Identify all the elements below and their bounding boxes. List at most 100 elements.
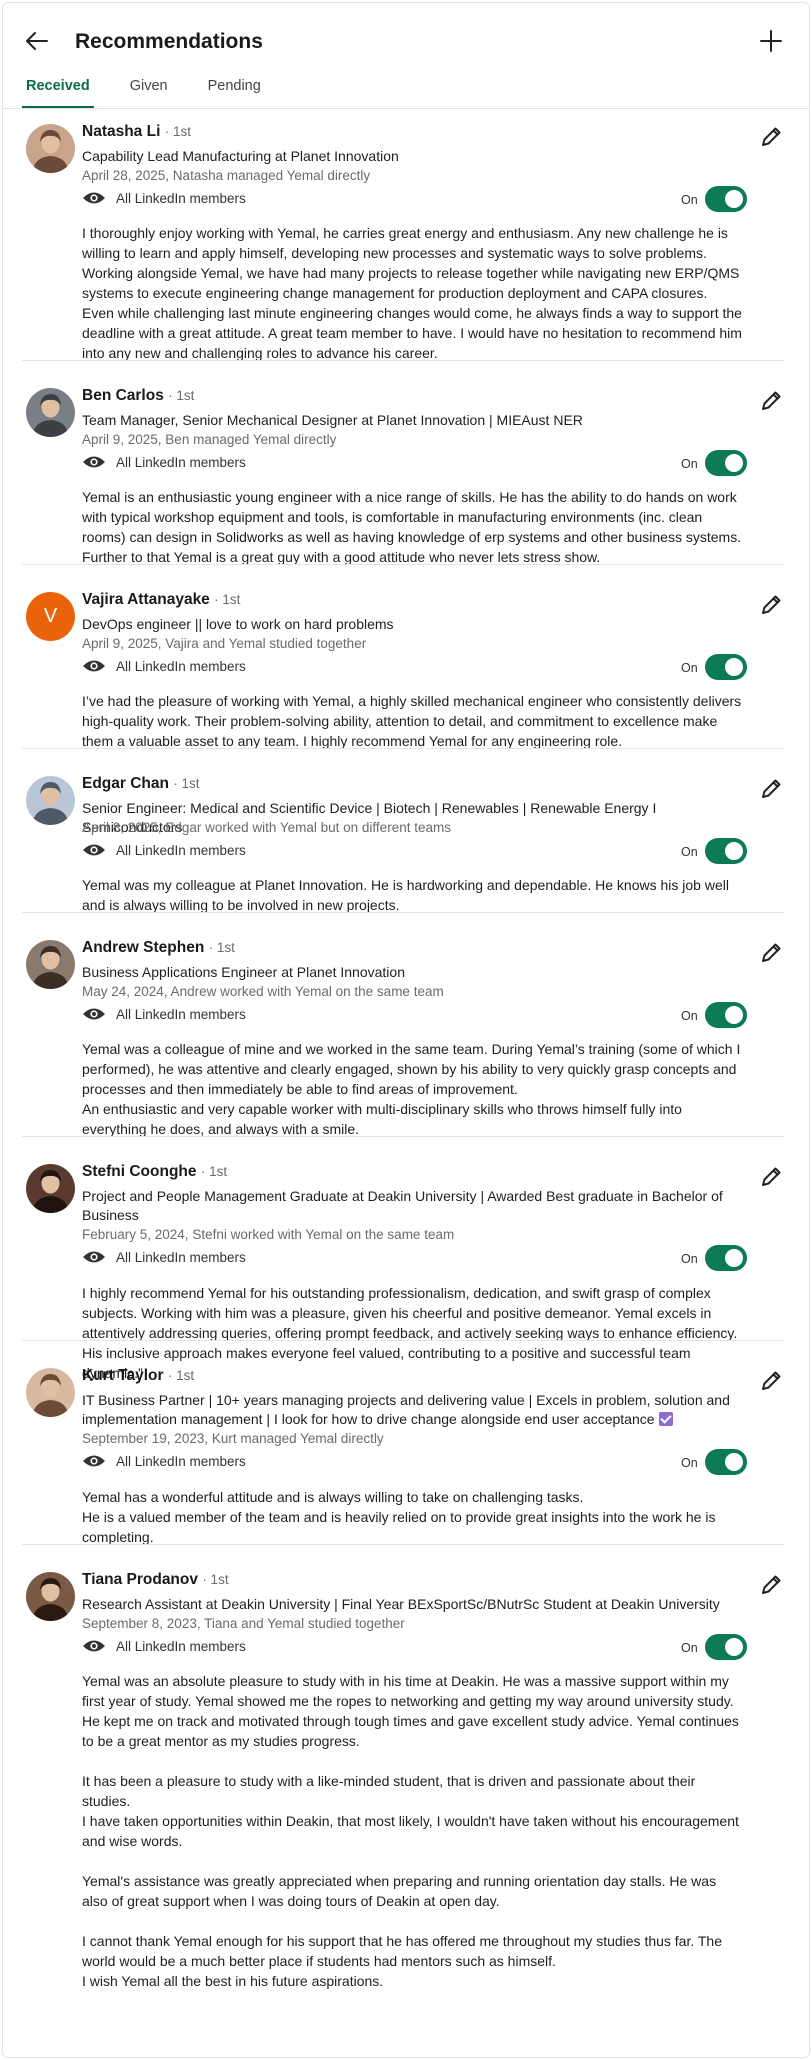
edit-pencil-icon[interactable] bbox=[758, 1164, 784, 1190]
recommendation-paragraph: Yemal was a colleague of mine and we wor… bbox=[82, 1041, 741, 1097]
recommender-headline: Research Assistant at Deakin University … bbox=[82, 1595, 742, 1614]
edit-pencil-icon[interactable] bbox=[758, 592, 784, 618]
headline-text: DevOps engineer || love to work on hard … bbox=[82, 616, 394, 632]
recommender-name-line: Natasha Li · 1st bbox=[82, 123, 191, 141]
show-on-profile-toggle[interactable] bbox=[705, 654, 747, 680]
recommender-name[interactable]: Tiana Prodanov bbox=[82, 1571, 198, 1588]
recommender-name[interactable]: Natasha Li bbox=[82, 123, 160, 140]
recommendation-text: I’ve had the pleasure of working with Ye… bbox=[82, 691, 742, 751]
recommender-name[interactable]: Vajira Attanayake bbox=[82, 591, 210, 608]
recommender-name[interactable]: Kurt Taylor bbox=[82, 1367, 164, 1384]
recommendation-text: I thoroughly enjoy working with Yemal, h… bbox=[82, 223, 742, 363]
recommender-name[interactable]: Stefni Coonghe bbox=[82, 1163, 197, 1180]
recommendation-paragraph: It has been a pleasure to study with a l… bbox=[82, 1773, 696, 1809]
connection-degree: · 1st bbox=[208, 940, 235, 955]
toggle-knob bbox=[725, 190, 743, 208]
show-on-profile-toggle[interactable] bbox=[705, 838, 747, 864]
connection-degree: · 1st bbox=[164, 124, 191, 139]
recommendation-paragraph: I have taken opportunities within Deakin… bbox=[82, 1813, 739, 1849]
tab-given[interactable]: Given bbox=[126, 70, 172, 108]
recommender-name-line: Vajira Attanayake · 1st bbox=[82, 591, 240, 609]
add-icon[interactable] bbox=[756, 26, 786, 56]
show-on-profile-toggle[interactable] bbox=[705, 186, 747, 212]
connection-degree: · 1st bbox=[167, 1368, 195, 1383]
avatar[interactable] bbox=[26, 776, 75, 825]
avatar[interactable] bbox=[26, 1572, 75, 1621]
edit-pencil-icon[interactable] bbox=[758, 124, 784, 150]
edit-pencil-icon[interactable] bbox=[758, 388, 784, 414]
card-divider bbox=[22, 1544, 784, 1545]
headline-text: IT Business Partner | 10+ years managing… bbox=[82, 1392, 730, 1427]
card-divider bbox=[22, 360, 784, 361]
recommender-headline: Capability Lead Manufacturing at Planet … bbox=[82, 147, 742, 166]
recommendation-paragraph: Yemal is an enthusiastic young engineer … bbox=[82, 489, 742, 565]
page-header: Recommendations bbox=[0, 0, 812, 80]
relationship-meta: September 19, 2023, Kurt managed Yemal d… bbox=[82, 1431, 384, 1446]
eye-icon bbox=[83, 192, 105, 204]
toggle-knob bbox=[725, 658, 743, 676]
card-divider bbox=[22, 1340, 784, 1341]
edit-pencil-icon[interactable] bbox=[758, 1368, 784, 1394]
recommendation-paragraph: I’ve had the pleasure of working with Ye… bbox=[82, 693, 742, 749]
recommendation-text: Yemal was an absolute pleasure to study … bbox=[82, 1671, 742, 1991]
connection-degree: · 1st bbox=[202, 1572, 229, 1587]
recommender-name-line: Kurt Taylor · 1st bbox=[82, 1367, 194, 1385]
recommender-headline: DevOps engineer || love to work on hard … bbox=[82, 615, 742, 634]
edit-pencil-icon[interactable] bbox=[758, 1572, 784, 1598]
visibility-label: All LinkedIn members bbox=[116, 842, 246, 858]
recommender-headline: Business Applications Engineer at Planet… bbox=[82, 963, 742, 982]
tab-received[interactable]: Received bbox=[22, 70, 94, 108]
toggle-state-label: On bbox=[681, 457, 698, 471]
avatar[interactable]: V bbox=[26, 592, 75, 641]
card-divider bbox=[22, 912, 784, 913]
recommendation-paragraph: Yemal's assistance was greatly appreciat… bbox=[82, 1873, 717, 1909]
toggle-knob bbox=[725, 1638, 743, 1656]
verified-check-icon bbox=[658, 1412, 673, 1426]
relationship-meta: May 24, 2024, Andrew worked with Yemal o… bbox=[82, 984, 444, 999]
recommendation-paragraph: Yemal has a wonderful attitude and is al… bbox=[82, 1489, 584, 1505]
back-arrow-icon[interactable] bbox=[22, 26, 52, 56]
show-on-profile-toggle[interactable] bbox=[705, 1634, 747, 1660]
avatar-photo bbox=[26, 940, 75, 989]
toggle-state-label: On bbox=[681, 1456, 698, 1470]
toggle-state-label: On bbox=[681, 1252, 698, 1266]
relationship-meta: April 9, 2025, Vajira and Yemal studied … bbox=[82, 636, 367, 651]
avatar-photo bbox=[26, 124, 75, 173]
recommender-name-line: Ben Carlos · 1st bbox=[82, 387, 194, 405]
edit-pencil-icon[interactable] bbox=[758, 776, 784, 802]
recommender-name[interactable]: Andrew Stephen bbox=[82, 939, 204, 956]
recommender-name[interactable]: Edgar Chan bbox=[82, 775, 169, 792]
toggle-knob bbox=[725, 1453, 743, 1471]
headline-text: Project and People Management Graduate a… bbox=[82, 1188, 723, 1223]
visibility-label: All LinkedIn members bbox=[116, 190, 246, 206]
recommendation-paragraph: I wish Yemal all the best in his future … bbox=[82, 1973, 384, 1989]
eye-icon bbox=[83, 1640, 105, 1652]
recommender-name[interactable]: Ben Carlos bbox=[82, 387, 164, 404]
avatar[interactable] bbox=[26, 388, 75, 437]
show-on-profile-toggle[interactable] bbox=[705, 1245, 747, 1271]
toggle-knob bbox=[725, 1249, 743, 1267]
recommendation-paragraph: An enthusiastic and very capable worker … bbox=[82, 1101, 682, 1137]
avatar[interactable] bbox=[26, 1164, 75, 1213]
show-on-profile-toggle[interactable] bbox=[705, 1449, 747, 1475]
avatar[interactable] bbox=[26, 940, 75, 989]
show-on-profile-toggle[interactable] bbox=[705, 1002, 747, 1028]
avatar-photo bbox=[26, 1164, 75, 1213]
avatar[interactable] bbox=[26, 1368, 75, 1417]
visibility-setting: All LinkedIn members bbox=[82, 454, 246, 470]
visibility-setting: All LinkedIn members bbox=[82, 1249, 246, 1265]
visibility-label: All LinkedIn members bbox=[116, 1249, 246, 1265]
eye-icon bbox=[83, 844, 105, 856]
edit-pencil-icon[interactable] bbox=[758, 940, 784, 966]
eye-icon bbox=[83, 660, 105, 672]
show-on-profile-toggle[interactable] bbox=[705, 450, 747, 476]
headline-text: Research Assistant at Deakin University … bbox=[82, 1596, 720, 1612]
recommender-name-line: Tiana Prodanov · 1st bbox=[82, 1571, 229, 1589]
avatar[interactable] bbox=[26, 124, 75, 173]
toggle-knob bbox=[725, 454, 743, 472]
tab-bar: Received Given Pending bbox=[22, 70, 297, 108]
tab-pending[interactable]: Pending bbox=[204, 70, 265, 108]
visibility-label: All LinkedIn members bbox=[116, 1638, 246, 1654]
headline-text: Capability Lead Manufacturing at Planet … bbox=[82, 148, 399, 164]
recommendation-paragraph: Yemal was my colleague at Planet Innovat… bbox=[82, 877, 729, 913]
